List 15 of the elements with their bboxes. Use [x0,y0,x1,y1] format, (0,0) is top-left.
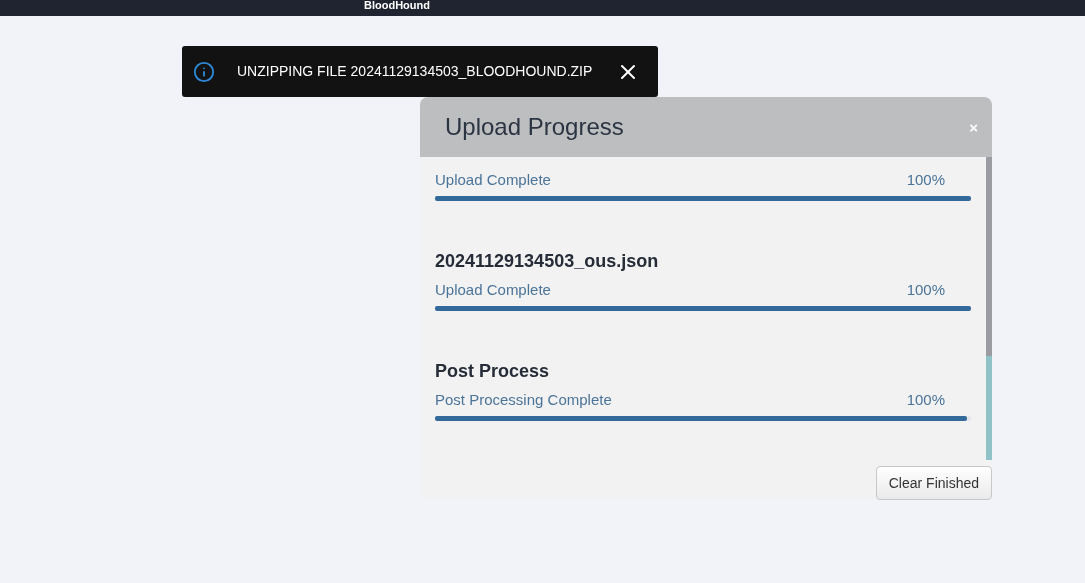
dialog-title: Upload Progress [445,112,624,142]
status-text: Upload Complete [435,281,551,299]
percent-text: 100% [906,171,945,189]
scrollbar[interactable] [986,157,992,460]
status-text: Upload Complete [435,171,551,189]
status-text: Post Processing Complete [435,391,612,409]
percent-text: 100% [906,281,945,299]
file-name: 20241129134503_ous.json [435,250,660,273]
app-title: BloodHound [364,0,430,11]
file-name: Post Process [435,360,551,383]
percent-text: 100% [906,391,945,409]
clear-finished-button[interactable]: Clear Finished [875,466,992,500]
info-icon [193,60,215,83]
toast-message: UNZIPPING FILE 20241129134503_BLOODHOUND.ZIP [237,62,593,81]
scrollbar-thumb[interactable] [986,157,992,356]
